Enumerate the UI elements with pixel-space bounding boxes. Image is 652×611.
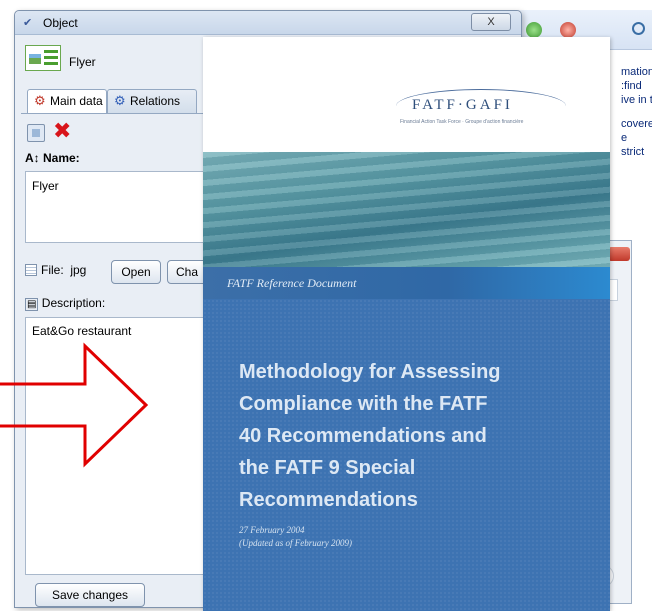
tab-main-data[interactable]: ⚙ Main data: [27, 89, 107, 113]
name-label: A↕ Name:: [25, 151, 80, 165]
close-icon[interactable]: [608, 247, 630, 261]
object-type-name: Flyer: [69, 55, 96, 69]
fatf-logo: FATF·GAFI Financial Action Task Force · …: [396, 89, 566, 137]
relations-icon: ⚙: [114, 93, 126, 108]
main-data-icon: ⚙: [34, 93, 46, 108]
globe-icon[interactable]: [526, 22, 542, 38]
cover-ribbon: FATF Reference Document: [203, 267, 610, 299]
delete-icon[interactable]: ✖: [53, 120, 71, 142]
save-icon[interactable]: [27, 124, 45, 142]
file-label: File: jpg: [41, 263, 87, 277]
app-icon: ✔: [23, 17, 33, 29]
document-date: 27 February 2004 (Updated as of February…: [239, 525, 352, 548]
background-text: mation :find ive in th covered e strict: [621, 66, 652, 158]
cover-photo: [203, 152, 610, 282]
stop-icon[interactable]: [560, 22, 576, 38]
ribbon-text: FATF Reference Document: [227, 276, 357, 290]
save-changes-button[interactable]: Save changes: [35, 583, 145, 607]
title-bar[interactable]: ✔ Object X: [15, 11, 521, 35]
object-header: Flyer: [21, 39, 221, 79]
window-title: Object: [43, 16, 78, 30]
document-title: Methodology for Assessing Compliance wit…: [239, 361, 501, 511]
close-button[interactable]: X: [471, 13, 511, 31]
tab-relations[interactable]: ⚙ Relations: [107, 89, 197, 113]
red-arrow-icon: [0, 342, 149, 468]
cover-panel: Methodology for Assessing Compliance wit…: [203, 299, 610, 611]
open-button[interactable]: Open: [111, 260, 161, 284]
document-cover-image: FATF·GAFI Financial Action Task Force · …: [203, 37, 610, 611]
search-icon[interactable]: [632, 22, 645, 35]
description-icon: ▤: [25, 298, 39, 311]
file-icon: [25, 264, 37, 276]
flyer-icon: [25, 45, 61, 71]
description-label: ▤ Description:: [25, 296, 106, 311]
